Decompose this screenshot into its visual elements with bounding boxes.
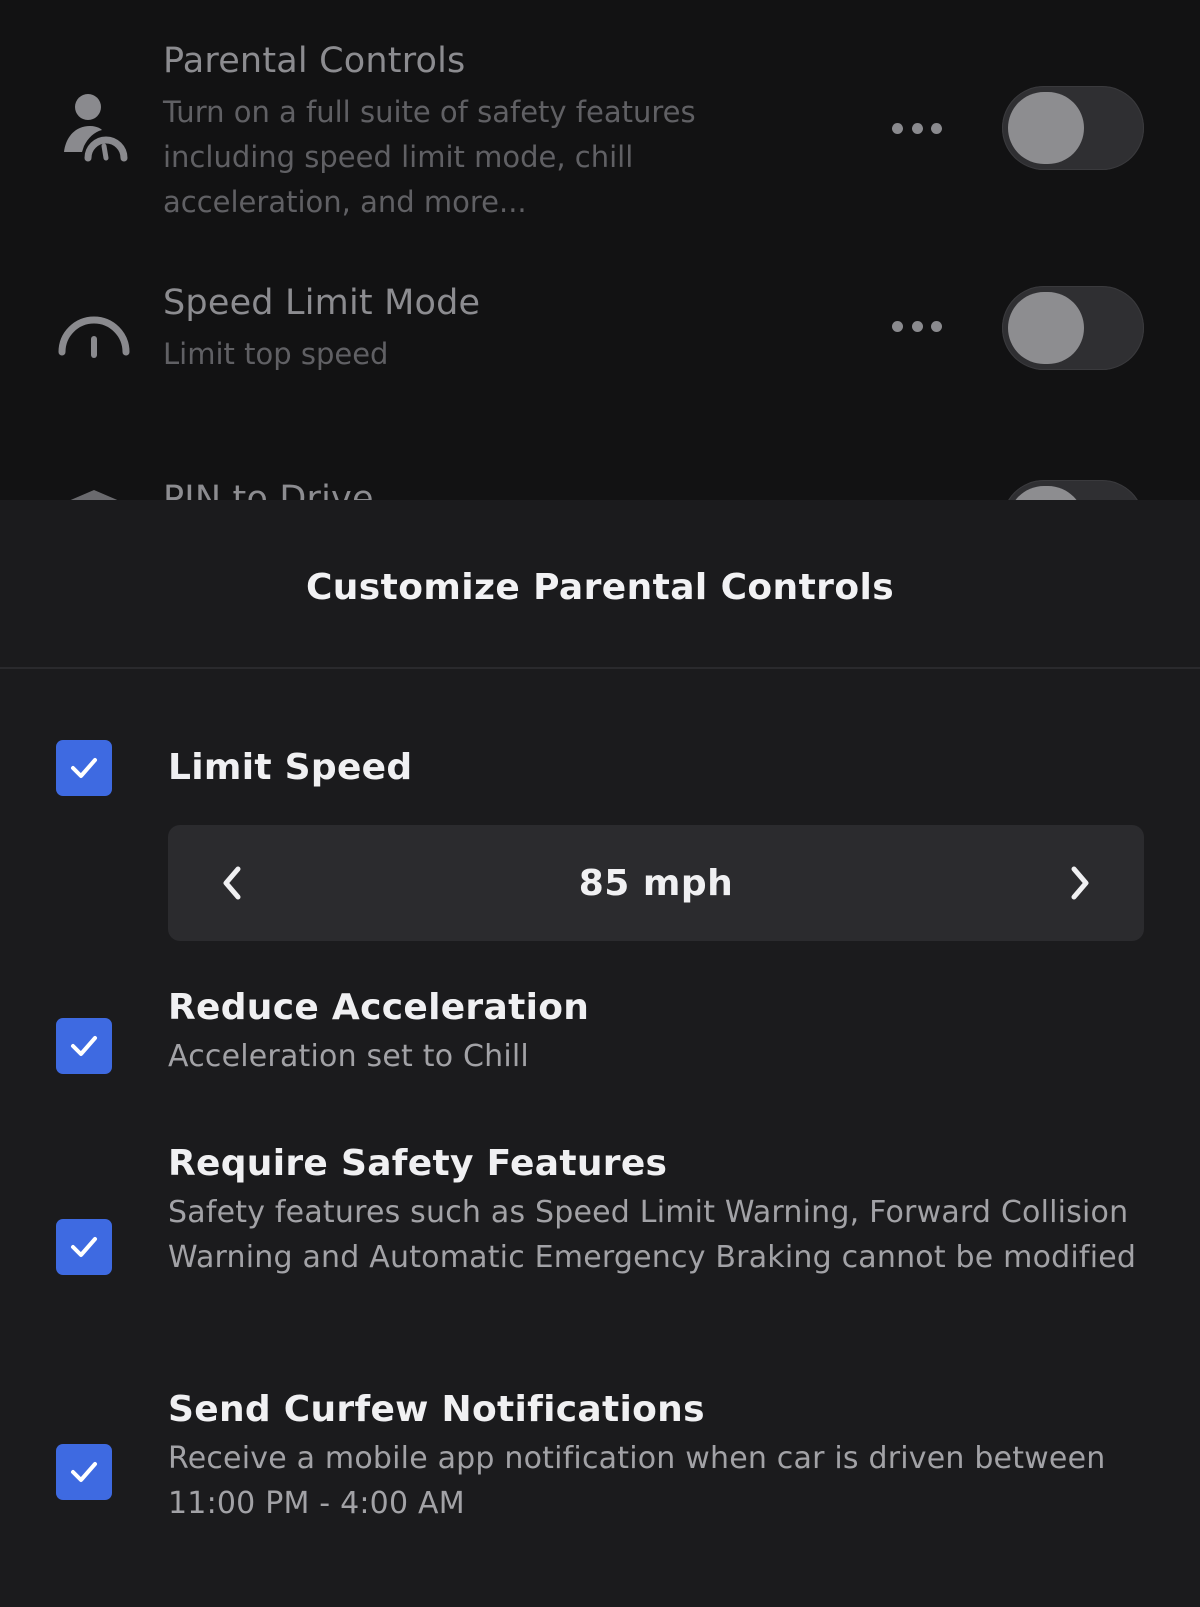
dot-icon: [911, 320, 923, 332]
sheet-header: Customize Parental Controls: [0, 500, 1200, 669]
sheet-title: Customize Parental Controls: [305, 567, 895, 608]
shield-icon: [56, 488, 132, 500]
speed-limit-mode-row[interactable]: Speed Limit Mode Limit top speed: [0, 282, 1200, 402]
reduce-acceleration-text: Reduce Acceleration Acceleration set to …: [168, 986, 1148, 1079]
parental-controls-toggle[interactable]: [1002, 86, 1144, 170]
speed-value: 85 mph: [578, 862, 734, 904]
setting-description: Turn on a full suite of safety features …: [163, 95, 696, 219]
setting-description: Limit top speed: [163, 337, 389, 371]
checkmark-icon: [71, 1237, 97, 1257]
setting-title: Speed Limit Mode: [163, 283, 481, 323]
option-description: Receive a mobile app notification when c…: [168, 1441, 1106, 1521]
toggle-knob: [1008, 92, 1084, 164]
require-safety-features-checkbox[interactable]: [56, 1219, 112, 1275]
parental-controls-text: Parental Controls Turn on a full suite o…: [163, 40, 803, 225]
pin-to-drive-row[interactable]: PIN to Drive: [0, 476, 1200, 500]
parental-controls-row[interactable]: Parental Controls Turn on a full suite o…: [0, 40, 1200, 240]
setting-title: Parental Controls: [163, 41, 466, 81]
parental-controls-icon: [56, 92, 132, 168]
reduce-acceleration-checkbox[interactable]: [56, 1018, 112, 1074]
option-description: Acceleration set to Chill: [168, 1039, 529, 1074]
checkmark-icon: [71, 1462, 97, 1482]
option-description: Safety features such as Speed Limit Warn…: [168, 1195, 1137, 1275]
pin-to-drive-text: PIN to Drive: [163, 478, 803, 500]
increase-speed-button[interactable]: [1050, 853, 1110, 913]
more-options-button[interactable]: [884, 108, 950, 148]
pin-to-drive-toggle[interactable]: [1002, 480, 1144, 500]
setting-title: PIN to Drive: [163, 479, 374, 500]
dot-icon: [892, 122, 903, 134]
speed-limit-mode-toggle[interactable]: [1002, 286, 1144, 370]
speed-limit-mode-text: Speed Limit Mode Limit top speed: [163, 282, 803, 377]
dot-icon: [892, 320, 903, 332]
option-title: Send Curfew Notifications: [168, 1389, 705, 1430]
speedometer-icon: [56, 302, 132, 378]
dot-icon: [931, 122, 942, 134]
require-safety-features-text: Require Safety Features Safety features …: [168, 1142, 1148, 1280]
option-title: Reduce Acceleration: [168, 987, 590, 1028]
checkmark-icon: [71, 1036, 97, 1056]
limit-speed-checkbox[interactable]: [56, 740, 112, 796]
customize-sheet: Customize Parental Controls Limit Speed …: [0, 500, 1200, 1607]
require-safety-features-option[interactable]: Require Safety Features Safety features …: [0, 1142, 1200, 1342]
speed-stepper[interactable]: 85 mph: [168, 825, 1144, 941]
toggle-knob: [1008, 486, 1084, 500]
settings-list-background: Parental Controls Turn on a full suite o…: [0, 0, 1200, 500]
limit-speed-text: Limit Speed: [168, 746, 1148, 790]
send-curfew-notifications-text: Send Curfew Notifications Receive a mobi…: [168, 1388, 1148, 1526]
checkmark-icon: [71, 758, 97, 778]
limit-speed-option[interactable]: Limit Speed: [0, 738, 1200, 798]
chevron-right-icon: [1071, 866, 1089, 900]
reduce-acceleration-option[interactable]: Reduce Acceleration Acceleration set to …: [0, 986, 1200, 1096]
option-title: Limit Speed: [168, 747, 413, 788]
toggle-knob: [1008, 292, 1084, 364]
option-title: Require Safety Features: [168, 1143, 668, 1184]
dot-icon: [931, 320, 942, 332]
send-curfew-notifications-checkbox[interactable]: [56, 1444, 112, 1500]
dot-icon: [911, 122, 923, 134]
send-curfew-notifications-option[interactable]: Send Curfew Notifications Receive a mobi…: [0, 1388, 1200, 1548]
more-options-button[interactable]: [884, 306, 950, 346]
screen: Parental Controls Turn on a full suite o…: [0, 0, 1200, 1607]
